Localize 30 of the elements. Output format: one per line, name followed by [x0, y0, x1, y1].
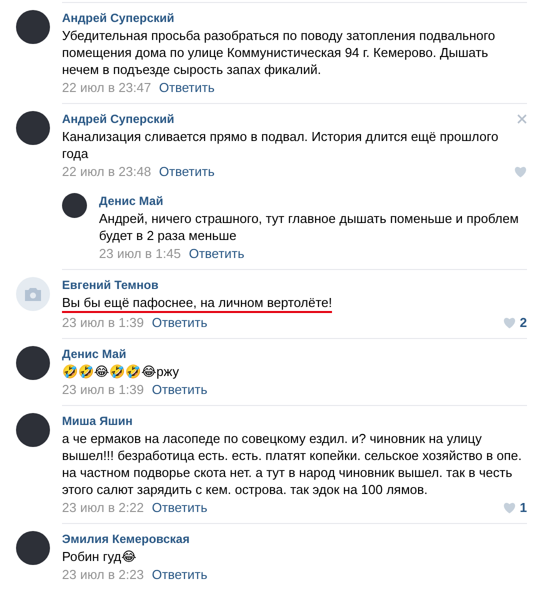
comment-text: Убедительная просьба разобраться по поводу затопления подвального помещения дома по улице Коммунистическая 94 г. Кемерово. Дышать нечем в подъезде сырость запах фикалий. — [62, 27, 496, 78]
comment-text: а че ермаков на ласопеде по совецкому ездил. и? чиновник на улицу вышел!!! безработица есть. есть. платят копейки. сельское хозяйство в опе. на частном подворье скота нет. а тут в народ чиновник вышел. так в честь этого салют зарядить с кем. острова. так эдок на 100 лямов. — [62, 430, 523, 498]
comment-text: 🤣🤣😂🤣🤣😂ржу — [62, 363, 179, 380]
comment-text: Андрей, ничего страшного, тут главное дышать поменьше и проблем будет в 2 раза меньше — [99, 210, 520, 244]
reply-link[interactable]: Ответить — [159, 164, 215, 180]
comment-text: Канализация сливается прямо в подвал. История длится ещё прошлого года — [62, 128, 500, 162]
avatar-photo-placeholder[interactable] — [16, 413, 50, 447]
author-name[interactable]: Евгений Темнов — [62, 277, 158, 294]
like-count: 2 — [520, 315, 527, 331]
reply-link[interactable]: Ответить — [152, 500, 208, 516]
reply-link[interactable]: Ответить — [188, 246, 244, 262]
reply-link[interactable]: Ответить — [152, 382, 208, 398]
author-name[interactable]: Миша Яшин — [62, 413, 133, 430]
author-name[interactable]: Андрей Суперский — [62, 10, 174, 27]
author-name[interactable]: Андрей Суперский — [62, 111, 174, 128]
avatar-photo-placeholder[interactable] — [62, 193, 87, 218]
reply-link[interactable]: Ответить — [152, 567, 208, 583]
reply-link[interactable]: Ответить — [152, 315, 208, 331]
author-name[interactable]: Денис Май — [62, 346, 126, 363]
comment-text: Робин гуд😂 — [62, 548, 136, 565]
reply-link[interactable]: Ответить — [159, 80, 215, 96]
like-count: 1 — [520, 500, 527, 516]
author-name[interactable]: Эмилия Кемеровская — [62, 531, 190, 548]
author-name[interactable]: Денис Май — [99, 193, 164, 210]
avatar-photo-placeholder[interactable] — [16, 10, 50, 44]
avatar-photo-placeholder[interactable] — [16, 346, 50, 380]
avatar-photo-placeholder[interactable] — [16, 111, 50, 145]
comment-text: Вы бы ещё пафоснее, на личном вертолёте! — [62, 294, 332, 313]
avatar-photo-placeholder[interactable] — [16, 531, 50, 565]
camera-icon — [25, 288, 41, 300]
